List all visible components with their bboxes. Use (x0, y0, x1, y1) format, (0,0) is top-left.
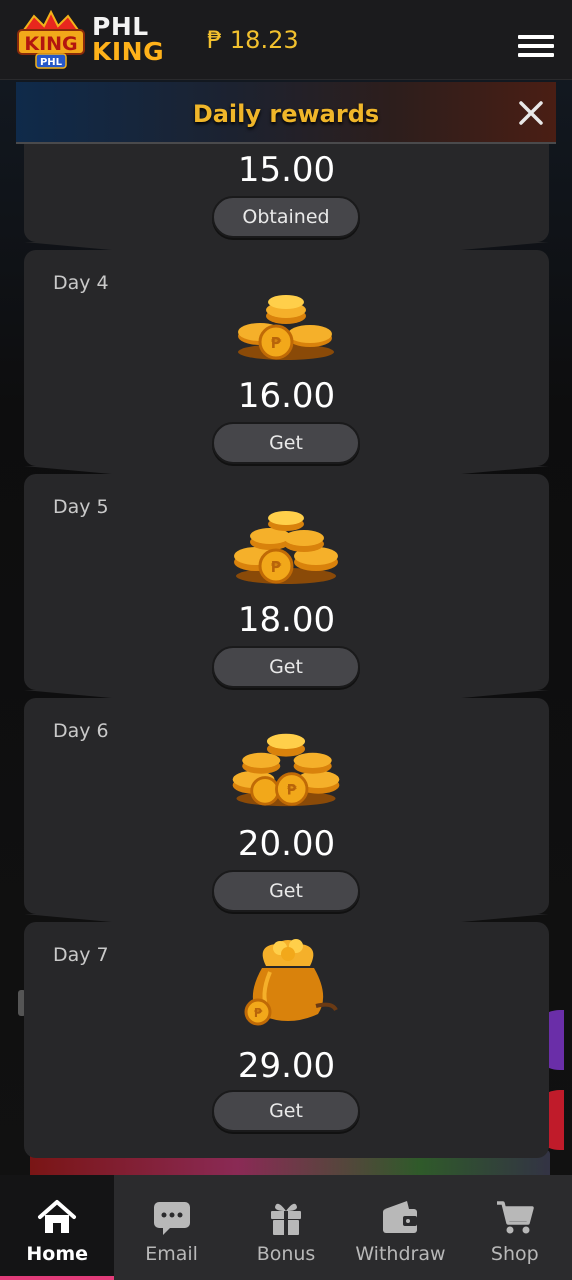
coin-stack-large-icon: ₱ (232, 733, 340, 807)
svg-text:₱: ₱ (287, 783, 297, 799)
nav-bonus[interactable]: Bonus (229, 1175, 343, 1280)
day-label: Day 5 (53, 496, 109, 518)
nav-email[interactable]: Email (114, 1175, 228, 1280)
gift-icon (271, 1203, 302, 1235)
logo-line-1: PHL (92, 12, 149, 41)
obtained-button[interactable]: Obtained (212, 196, 360, 238)
nav-home[interactable]: Home (0, 1175, 115, 1280)
modal-title: Daily rewards (192, 100, 380, 128)
nav-label: Email (145, 1243, 198, 1265)
nav-withdraw[interactable]: Withdraw (343, 1175, 457, 1280)
reward-card-day-4: Day 4 ₱ 16.00 Get (24, 250, 549, 466)
day-label: Day 6 (53, 720, 109, 742)
reward-amount: 29.00 (237, 1046, 336, 1086)
reward-amount: 16.00 (237, 376, 336, 416)
chat-icon (153, 1202, 190, 1235)
top-bar: KING PHL PHL KING ₱ 18.23 (0, 0, 572, 80)
wallet-icon (383, 1201, 418, 1233)
reward-amount: 20.00 (237, 824, 336, 864)
svg-text:₱: ₱ (254, 1006, 263, 1020)
reward-amount: 18.00 (237, 600, 336, 640)
logo-crest-sub: PHL (40, 57, 63, 68)
logo-line-2: KING (92, 37, 165, 66)
nav-label: Withdraw (355, 1243, 446, 1265)
close-icon[interactable] (516, 98, 546, 128)
nav-label: Home (26, 1243, 89, 1265)
home-icon (38, 1200, 77, 1233)
nav-label: Shop (490, 1243, 539, 1265)
daily-rewards-header: Daily rewards (16, 82, 556, 144)
day-label: Day 7 (53, 944, 109, 966)
bottom-nav: Home Email Bonus Withdraw Shop (0, 1175, 572, 1280)
menu-button[interactable] (518, 35, 554, 65)
get-button[interactable]: Get (212, 646, 360, 688)
logo-crest-text: KING (24, 33, 77, 55)
day-label: Day 4 (53, 272, 109, 294)
cart-icon (496, 1201, 534, 1234)
rewards-list[interactable]: 15.00 Obtained Day 4 ₱ 16.00 Get Day 5 ₱… (24, 144, 549, 1164)
nav-label: Bonus (256, 1243, 316, 1265)
reward-card-day-5: Day 5 ₱ 18.00 Get (24, 474, 549, 690)
app-logo: PHL KING (92, 14, 164, 64)
reward-card-obtained: 15.00 Obtained (24, 144, 549, 242)
svg-text:₱: ₱ (271, 558, 282, 576)
get-button[interactable]: Get (212, 422, 360, 464)
nav-shop[interactable]: Shop (458, 1175, 572, 1280)
get-button[interactable]: Get (212, 1090, 360, 1132)
balance-amount: ₱ 18.23 (207, 26, 299, 54)
coin-stack-medium-icon: ₱ (234, 511, 338, 584)
get-button[interactable]: Get (212, 870, 360, 912)
coin-bag-icon: ₱ (244, 939, 338, 1026)
reward-card-day-7: Day 7 ₱ 29.00 Get (24, 922, 549, 1158)
reward-amount: 15.00 (237, 150, 336, 190)
logo-crest-icon: KING PHL (17, 10, 85, 69)
menu-icon (518, 35, 554, 39)
coin-stack-small-icon: ₱ (238, 295, 334, 360)
reward-card-day-6: Day 6 ₱ 20.00 Get (24, 698, 549, 914)
svg-text:₱: ₱ (271, 334, 282, 352)
